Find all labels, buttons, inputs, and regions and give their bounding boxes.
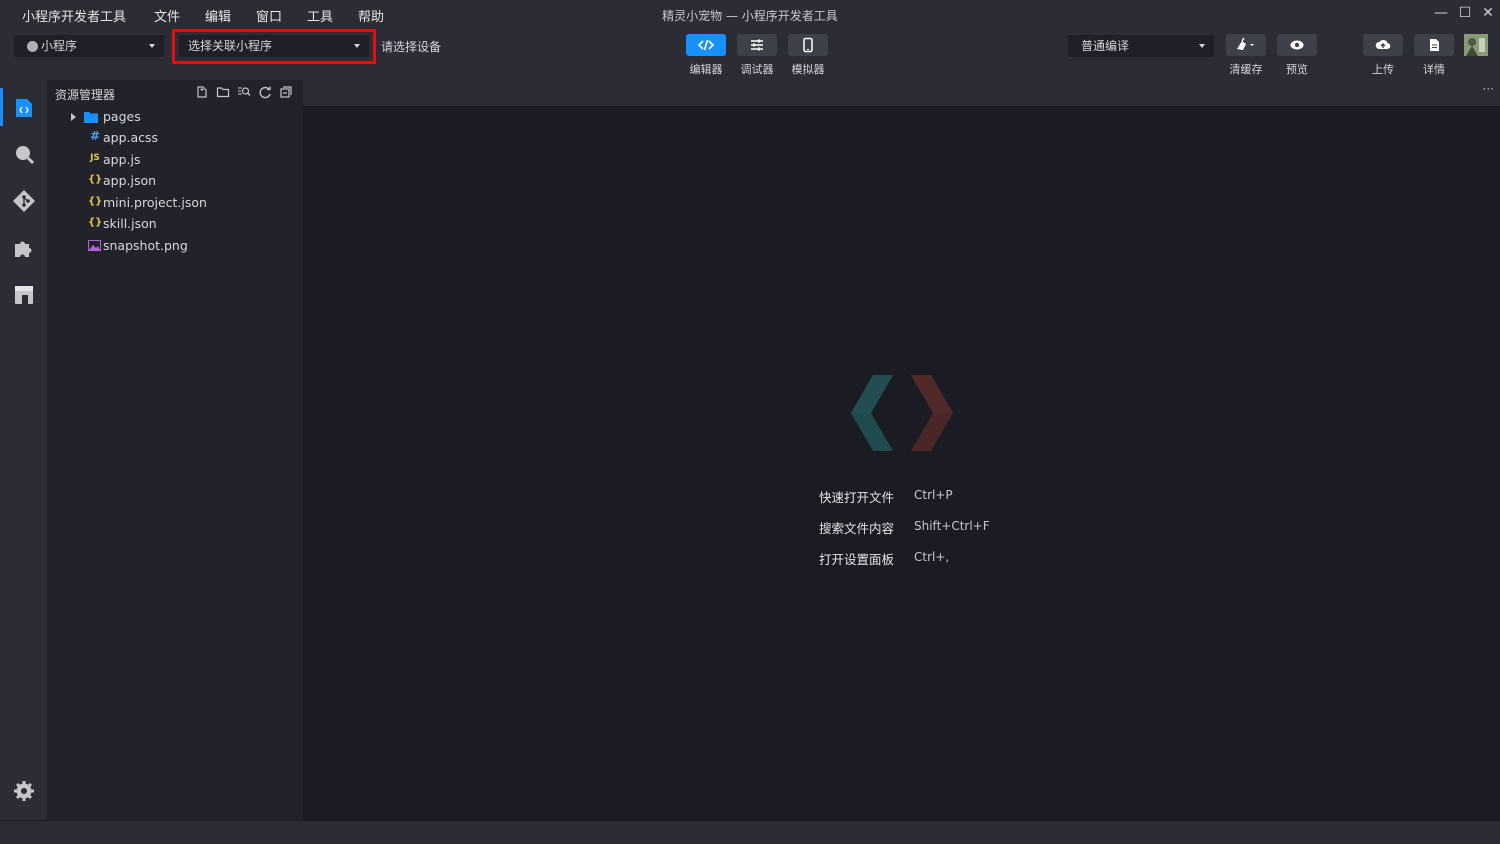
debugger-button[interactable] [737,34,777,56]
editor-button[interactable] [686,34,726,56]
tree-item-label: snapshot.png [103,238,188,253]
js-icon: JS [90,153,100,163]
activity-settings[interactable] [12,779,36,803]
editor-label: 编辑器 [689,63,723,76]
new-file-icon[interactable] [195,85,209,99]
css-icon: # [89,129,101,143]
activity-store[interactable] [12,283,36,307]
refresh-icon[interactable] [258,85,272,99]
menu-bar: 小程序开发者工具 文件 编辑 窗口 工具 帮助 精灵小宠物 — 小程序开发者工具… [0,0,1500,28]
details-button[interactable] [1414,34,1454,56]
tree-item-label: app.acss [103,130,159,145]
tree-file-app-json[interactable]: {} app.json [47,171,303,192]
avatar-image [1464,34,1488,56]
activity-extensions[interactable] [12,236,36,260]
collapse-all-icon[interactable] [279,85,293,99]
tree-file-app-acss[interactable]: # app.acss [47,128,303,149]
project-type-label: 小程序 [41,39,78,53]
shortcut-label-search: 搜索文件内容 [819,521,895,536]
phone-icon [803,37,813,53]
chevron-down-icon [149,44,155,48]
clear-cache-label: 清缓存 [1229,63,1263,76]
more-actions-button[interactable]: ··· [1483,82,1494,96]
compile-mode-select[interactable]: 普通编译 [1068,35,1214,57]
tree-item-label: pages [103,109,141,124]
app-window: 小程序开发者工具 文件 编辑 窗口 工具 帮助 精灵小宠物 — 小程序开发者工具… [0,0,1500,844]
details-label: 详情 [1423,63,1445,76]
clear-cache-button[interactable] [1226,34,1266,56]
activity-explorer[interactable] [12,96,36,120]
folder-icon [84,112,98,123]
gear-icon [14,781,34,801]
code-icon [698,39,714,51]
tree-item-label: mini.project.json [103,195,207,210]
shortcut-key-search: Shift+Ctrl+F [914,519,990,533]
shortcut-key-quick-open: Ctrl+P [914,488,953,502]
highlight-box [172,29,376,64]
shortcut-label-settings: 打开设置面板 [819,552,895,567]
simulator-button[interactable] [788,34,828,56]
tree-file-snapshot-png[interactable]: snapshot.png [47,236,303,257]
json-icon: {} [88,196,103,207]
eye-icon [1290,40,1304,50]
active-indicator [0,88,3,126]
sliders-icon [751,39,763,51]
tree-file-skill-json[interactable]: {} skill.json [47,214,303,235]
explorer-header: 资源管理器 [47,80,303,106]
debugger-label: 调试器 [740,63,774,76]
explorer-panel: 资源管理器 pages # app.acss JS app.js {} app.… [47,80,303,820]
tree-item-label: skill.json [103,216,157,231]
window-title: 精灵小宠物 — 小程序开发者工具 [662,9,838,23]
status-bar [0,820,1500,844]
chevron-down-icon [1199,44,1205,48]
json-icon: {} [88,217,103,228]
search-icon [16,146,35,165]
maximize-button[interactable]: ☐ [1455,3,1475,23]
upload-label: 上传 [1372,63,1394,76]
compile-mode-label: 普通编译 [1081,39,1130,53]
json-icon: {} [88,174,103,185]
select-device-link[interactable]: 请选择设备 [381,38,441,55]
editor-tab-bar: ··· [303,80,1500,106]
logo-icon [851,375,953,451]
image-icon [88,240,101,251]
minimize-button[interactable]: — [1431,3,1451,23]
simulator-label: 模拟器 [791,63,825,76]
activity-git[interactable] [12,189,36,213]
preview-label: 预览 [1286,63,1308,76]
broom-icon [1237,37,1254,50]
tree-file-app-js[interactable]: JS app.js [47,150,303,171]
new-folder-icon[interactable] [216,85,230,99]
shortcut-key-settings: Ctrl+, [914,550,950,564]
miniprogram-icon [27,41,38,52]
cloud-upload-icon [1375,39,1391,50]
puzzle-icon [15,241,32,257]
shortcut-label-quick-open: 快速打开文件 [819,490,895,505]
upload-button[interactable] [1363,34,1403,56]
close-button[interactable]: ✕ [1478,3,1498,23]
avatar[interactable] [1464,34,1488,56]
search-files-icon[interactable] [237,85,251,99]
file-code-icon [16,99,32,117]
chevron-right-icon [71,113,76,121]
git-icon [13,190,35,212]
activity-bar [0,80,47,820]
tree-file-mini-project-json[interactable]: {} mini.project.json [47,193,303,214]
store-icon [15,286,33,304]
preview-button[interactable] [1277,34,1317,56]
activity-search[interactable] [12,142,36,166]
tree-folder-pages[interactable]: pages [47,107,303,128]
project-type-select[interactable]: 小程序 [14,35,164,57]
tree-item-label: app.js [103,152,141,167]
explorer-title: 资源管理器 [55,88,116,102]
tree-item-label: app.json [103,173,157,188]
editor-area[interactable]: 快速打开文件 Ctrl+P 搜索文件内容 Shift+Ctrl+F 打开设置面板… [303,106,1500,820]
document-icon [1430,39,1439,51]
